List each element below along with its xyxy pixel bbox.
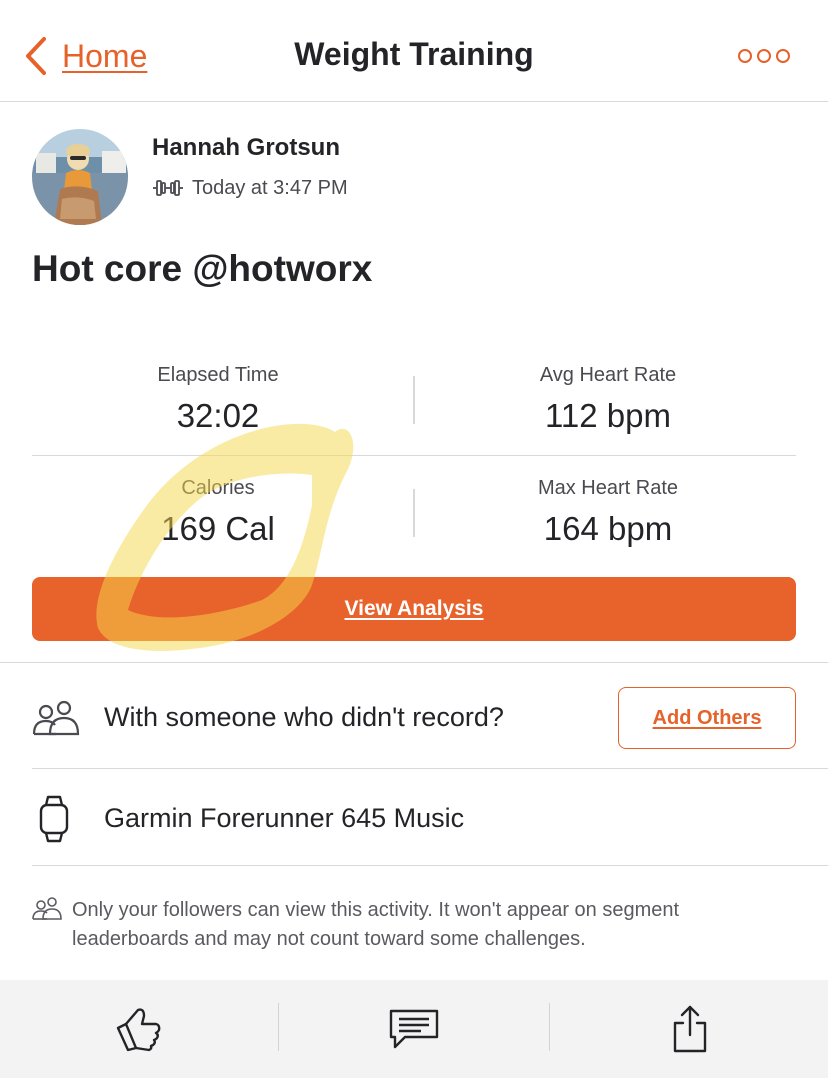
more-horizontal-icon (738, 49, 752, 63)
stat-divider (413, 376, 415, 424)
stat-value-max-heart-rate: 164 bpm (543, 510, 673, 547)
section-divider (32, 768, 828, 769)
top-navigation-bar: Home Weight Training (0, 0, 828, 102)
stat-label-max-heart-rate: Max Heart Rate (537, 477, 679, 499)
kudos-thumbs-up-icon (116, 1008, 161, 1052)
activity-name: Hot core @hotworx (32, 248, 373, 289)
comment-icon (389, 1009, 439, 1049)
followers-icon (32, 897, 62, 920)
stat-label-elapsed-time: Elapsed Time (157, 364, 279, 386)
avatar-photo (32, 129, 128, 225)
privacy-notice: Only your followers can view this activi… (72, 899, 680, 950)
athlete-avatar[interactable] (32, 129, 128, 225)
view-analysis-label: View Analysis (344, 597, 484, 620)
comment-button[interactable] (276, 980, 552, 1078)
watch-icon (39, 795, 69, 843)
kudos-button[interactable] (0, 980, 276, 1078)
athlete-name[interactable]: Hannah Grotsun (152, 134, 340, 162)
page-title: Weight Training (294, 36, 534, 72)
dumbbell-icon (153, 180, 183, 196)
stats-row-divider (32, 455, 796, 456)
more-dot (757, 49, 771, 63)
activity-meta: Today at 3:47 PM (152, 174, 348, 202)
section-divider (32, 865, 828, 866)
stat-value-avg-heart-rate: 112 bpm (545, 397, 671, 434)
stat-label-avg-heart-rate: Avg Heart Rate (539, 364, 677, 386)
share-button[interactable] (552, 980, 828, 1078)
activity-timestamp: Today at 3:47 PM (192, 176, 348, 199)
bottom-bar-divider (278, 1003, 279, 1051)
stat-label-calories: Calories (181, 477, 255, 499)
device-name: Garmin Forerunner 645 Music (104, 803, 465, 833)
add-others-button[interactable]: Add Others (618, 687, 796, 749)
stat-value-elapsed-time: 32:02 (176, 397, 260, 434)
share-icon (673, 1005, 707, 1053)
more-options-button[interactable] (738, 44, 790, 68)
bottom-action-bar (0, 980, 828, 1078)
bottom-bar-divider (549, 1003, 550, 1051)
stat-divider (413, 489, 415, 537)
group-prompt-text: With someone who didn't record? (104, 702, 504, 732)
stat-value-calories: 169 Cal (161, 510, 275, 547)
add-others-label: Add Others (652, 706, 762, 729)
view-analysis-button[interactable]: View Analysis (32, 577, 796, 641)
people-icon (32, 700, 80, 736)
more-dot (776, 49, 790, 63)
section-divider (0, 662, 828, 663)
